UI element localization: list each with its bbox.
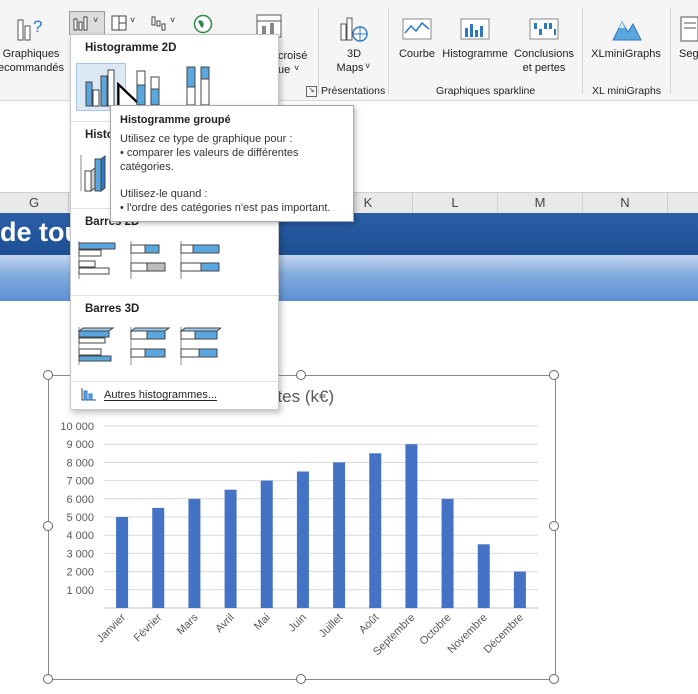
chart-bar (188, 498, 201, 608)
chart-type-tooltip: Histogramme groupé Utilisez ce type de g… (110, 105, 354, 222)
section-divider (71, 295, 278, 296)
y-tick-label: 2 000 (66, 567, 94, 579)
chart-bar (513, 571, 526, 608)
tooltip-line: Utilisez ce type de graphique pour : (120, 133, 293, 145)
chart-bar (405, 444, 418, 608)
chart-bar (116, 517, 129, 608)
section-3d-bar: Barres 3D (85, 303, 140, 315)
100-stacked-bar-option[interactable] (179, 239, 221, 281)
x-tick-label: Avril (213, 612, 236, 635)
tooltip-title: Histogramme groupé (120, 114, 231, 126)
x-tick-label: Janvier (95, 611, 129, 645)
x-tick-label: Octobre (418, 612, 454, 648)
x-tick-label: Mai (252, 612, 273, 633)
y-tick-label: 3 000 (66, 548, 94, 560)
3d-100-stacked-bar-icon (179, 327, 223, 365)
y-tick-label: 9 000 (66, 439, 94, 451)
section-2d-column: Histogramme 2D (85, 42, 177, 54)
stacked-column-icon (136, 70, 160, 106)
chart-bar (477, 544, 490, 608)
3d-clustered-bar-option[interactable] (77, 325, 119, 367)
tooltip-line: catégories. (120, 161, 174, 173)
100-stacked-column-option[interactable] (179, 65, 221, 107)
chart-bar (152, 507, 165, 608)
clustered-column-option[interactable] (76, 63, 145, 124)
y-tick-label: 6 000 (66, 494, 94, 506)
y-tick-label: 7 000 (66, 476, 94, 488)
y-tick-label: 4 000 (66, 530, 94, 542)
3d-stacked-bar-icon (129, 327, 171, 365)
tooltip-line: Utilisez-le quand : (120, 188, 208, 200)
y-tick-label: 10 000 (60, 421, 94, 433)
chart-bar (441, 498, 454, 608)
section-divider (71, 381, 278, 382)
100-stacked-bar-icon (180, 241, 220, 279)
column-chart-small-icon (81, 388, 96, 401)
clustered-bar-icon (78, 241, 116, 279)
y-tick-label: 5 000 (66, 512, 94, 524)
chart-bar (224, 489, 237, 608)
stacked-column-option[interactable] (129, 65, 171, 107)
clustered-bar-option[interactable] (77, 239, 119, 281)
chart-bar (333, 462, 346, 608)
y-tick-label: 1 000 (66, 585, 94, 597)
3d-100-stacked-bar-option[interactable] (179, 325, 223, 367)
chart-bar (296, 471, 309, 608)
column-chart-dropdown: Histogramme 2D Histo Barres 2D Barres 3D (70, 34, 279, 410)
3d-clustered-bar-icon (77, 327, 115, 365)
chart-bar (369, 453, 382, 608)
tooltip-line: • l'ordre des catégories n'est pas impor… (120, 202, 331, 214)
x-tick-label: Juillet (317, 612, 345, 640)
x-tick-label: Décembre (482, 612, 526, 656)
chart-bar (260, 480, 273, 608)
stacked-bar-icon (130, 241, 166, 279)
x-tick-label: Août (357, 612, 381, 636)
x-tick-label: Juin (286, 612, 309, 635)
x-tick-label: Mars (175, 611, 201, 637)
x-tick-label: Février (132, 611, 165, 644)
stacked-bar-option[interactable] (129, 239, 171, 281)
more-column-charts-link[interactable]: Autres histogrammes... (104, 389, 217, 401)
y-tick-label: 8 000 (66, 457, 94, 469)
tooltip-line: • comparer les valeurs de différentes (120, 147, 299, 159)
3d-stacked-bar-option[interactable] (129, 325, 171, 367)
100-stacked-column-icon (186, 66, 210, 106)
